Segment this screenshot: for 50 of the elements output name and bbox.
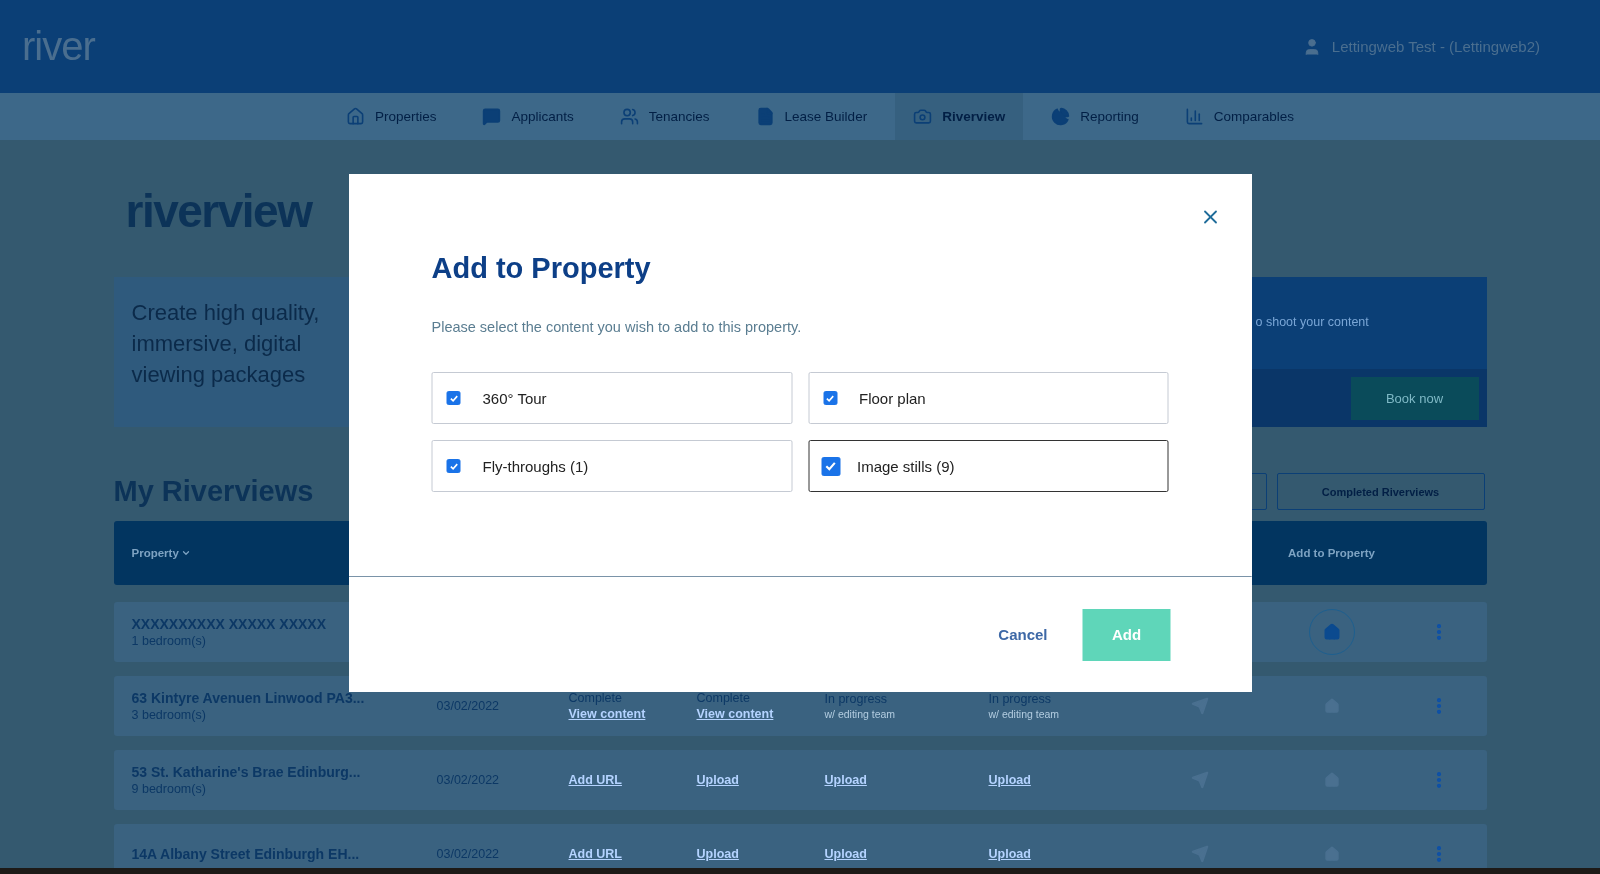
column-header[interactable]: Property bbox=[131, 547, 191, 559]
action-link[interactable]: Upload bbox=[824, 773, 867, 787]
checkbox[interactable] bbox=[823, 391, 837, 405]
option-label: 360° Tour bbox=[482, 389, 547, 407]
action-link[interactable]: Upload bbox=[696, 773, 739, 787]
checkmark-icon bbox=[449, 393, 458, 403]
column-header[interactable]: Add to Property bbox=[1288, 547, 1375, 559]
nav-icon bbox=[913, 107, 933, 126]
filter-button[interactable]: Completed Riverviews bbox=[1276, 473, 1485, 510]
nav-icon bbox=[1051, 107, 1071, 126]
book-now-button[interactable]: Book now bbox=[1350, 376, 1479, 420]
nav-tab[interactable]: Properties bbox=[327, 93, 455, 140]
checkbox[interactable] bbox=[446, 391, 461, 405]
river-logo: river bbox=[22, 24, 95, 69]
nav-icon bbox=[619, 107, 639, 126]
status-note: w/ editing team bbox=[824, 708, 897, 720]
nav-icon bbox=[482, 107, 502, 126]
nav-tab[interactable]: Tenancies bbox=[601, 93, 728, 140]
status-note: w/ editing team bbox=[988, 708, 1061, 720]
nav-tab[interactable]: Lease Builder bbox=[737, 93, 886, 140]
action-link[interactable]: Upload bbox=[988, 847, 1031, 861]
action-link[interactable]: Upload bbox=[988, 773, 1031, 787]
content-option[interactable]: Fly-throughs (1) bbox=[431, 440, 792, 492]
action-link[interactable]: Upload bbox=[824, 847, 867, 861]
checkmark-icon bbox=[449, 461, 458, 471]
action-link[interactable]: Upload bbox=[696, 847, 739, 861]
home-icon bbox=[1322, 623, 1341, 641]
content-option[interactable]: Floor plan bbox=[808, 372, 1169, 424]
checkmark-icon bbox=[825, 393, 835, 403]
checkmark-icon bbox=[824, 460, 837, 472]
option-label: Floor plan bbox=[859, 389, 926, 407]
action-link[interactable]: View content bbox=[568, 707, 646, 721]
nav-tab[interactable]: Applicants bbox=[464, 93, 592, 140]
checkbox[interactable] bbox=[821, 456, 840, 476]
option-label: Image stills (9) bbox=[857, 457, 955, 475]
nav-tab[interactable]: Reporting bbox=[1033, 93, 1157, 140]
cancel-button[interactable]: Cancel bbox=[998, 626, 1048, 643]
action-link[interactable]: View content bbox=[696, 707, 774, 721]
checkbox[interactable] bbox=[446, 459, 461, 473]
nav-tab[interactable]: Comparables bbox=[1166, 93, 1313, 140]
content-option[interactable]: 360° Tour bbox=[431, 372, 792, 424]
option-label: Fly-throughs (1) bbox=[482, 457, 589, 475]
nav-icon bbox=[345, 107, 365, 126]
action-link[interactable]: Add URL bbox=[568, 773, 622, 787]
action-link[interactable]: Add URL bbox=[568, 847, 622, 861]
nav-icon bbox=[1184, 107, 1204, 126]
content-option[interactable]: Image stills (9) bbox=[808, 440, 1169, 492]
sort-caret-icon bbox=[180, 548, 191, 558]
nav-tab[interactable]: Riverview bbox=[895, 93, 1024, 140]
nav-icon bbox=[755, 107, 775, 126]
